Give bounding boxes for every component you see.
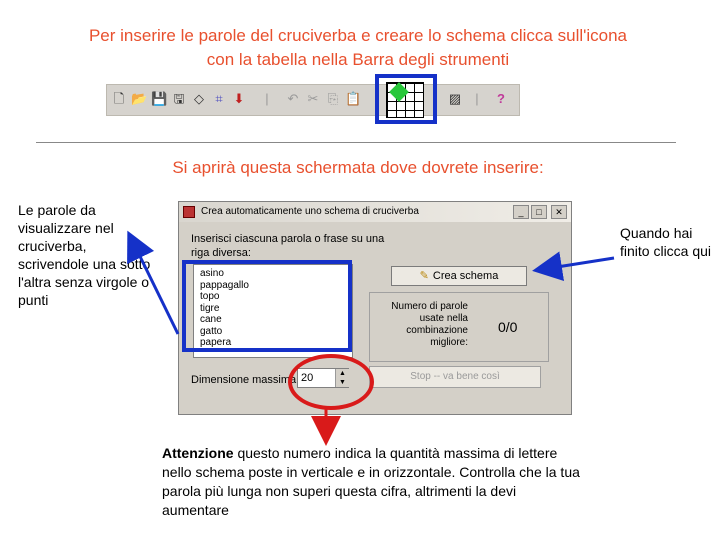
paste-icon[interactable]: 📋 (345, 91, 361, 107)
stats-value: 0/0 (498, 319, 518, 335)
heading-line-2: con la tabella nella Barra degli strumen… (206, 50, 510, 69)
stats-panel: Numero di parole usate nella combinazion… (369, 292, 549, 362)
create-note: Quando hai finito clicca qui (620, 225, 712, 259)
wand-icon: ✎ (419, 270, 429, 282)
open-folder-icon[interactable]: 📂 (131, 91, 147, 107)
dialog-title: Crea automaticamente uno schema di cruci… (201, 206, 419, 217)
save-icon[interactable]: 💾 (151, 91, 167, 107)
dialog-instruction: Inserisci ciascuna parola o frase su una… (191, 233, 385, 259)
app-icon (183, 206, 195, 218)
undo-icon[interactable]: ↶ (285, 91, 301, 107)
print-icon[interactable]: ▨ (447, 91, 463, 107)
attention-label: Attenzione (162, 445, 234, 461)
dimension-label: Dimensione massima: (191, 374, 300, 386)
instruction-heading: Per inserire le parole del cruciverba e … (0, 24, 716, 72)
subheading: Si aprirà questa schermata dove dovrete … (172, 158, 544, 177)
copy-icon[interactable]: ⎘ (325, 91, 341, 107)
save-all-icon[interactable]: 🖫 (171, 91, 187, 107)
stats-label: Numero di parole usate nella combinazion… (391, 301, 468, 348)
create-schema-button[interactable]: ✎ Crea schema (391, 266, 527, 286)
new-doc-icon[interactable]: 🗋 (111, 91, 127, 107)
toolbar: 🗋 📂 💾 🖫 ◇ ⌗ ⬇ | ↶ ✂ ⎘ 📋 ▨ | ? (106, 84, 520, 116)
toolbar-icon-highlight (375, 74, 437, 124)
dimension-circle (288, 354, 374, 410)
stop-button[interactable]: Stop -- va bene così (369, 366, 541, 388)
heading-line-1: Per inserire le parole del cruciverba e … (88, 26, 628, 45)
minimize-icon[interactable]: _ (513, 205, 529, 219)
divider (36, 142, 676, 143)
help-icon[interactable]: ? (493, 91, 509, 107)
words-highlight (182, 260, 352, 352)
dialog-titlebar[interactable]: Crea automaticamente uno schema di cruci… (179, 202, 571, 222)
separator: | (475, 91, 479, 106)
separator: | (265, 91, 269, 106)
close-icon[interactable]: ✕ (551, 205, 567, 219)
attention-note: Attenzione questo numero indica la quant… (162, 444, 582, 520)
grid-dots-icon[interactable]: ⌗ (211, 91, 227, 107)
maximize-icon[interactable]: □ (531, 205, 547, 219)
words-note: Le parole da visualizzare nel cruciverba… (18, 202, 151, 308)
eraser-icon[interactable]: ◇ (191, 91, 207, 107)
arrow-down-icon[interactable]: ⬇ (231, 91, 247, 107)
cut-icon[interactable]: ✂ (305, 91, 321, 107)
create-schema-label: Crea schema (432, 270, 499, 282)
